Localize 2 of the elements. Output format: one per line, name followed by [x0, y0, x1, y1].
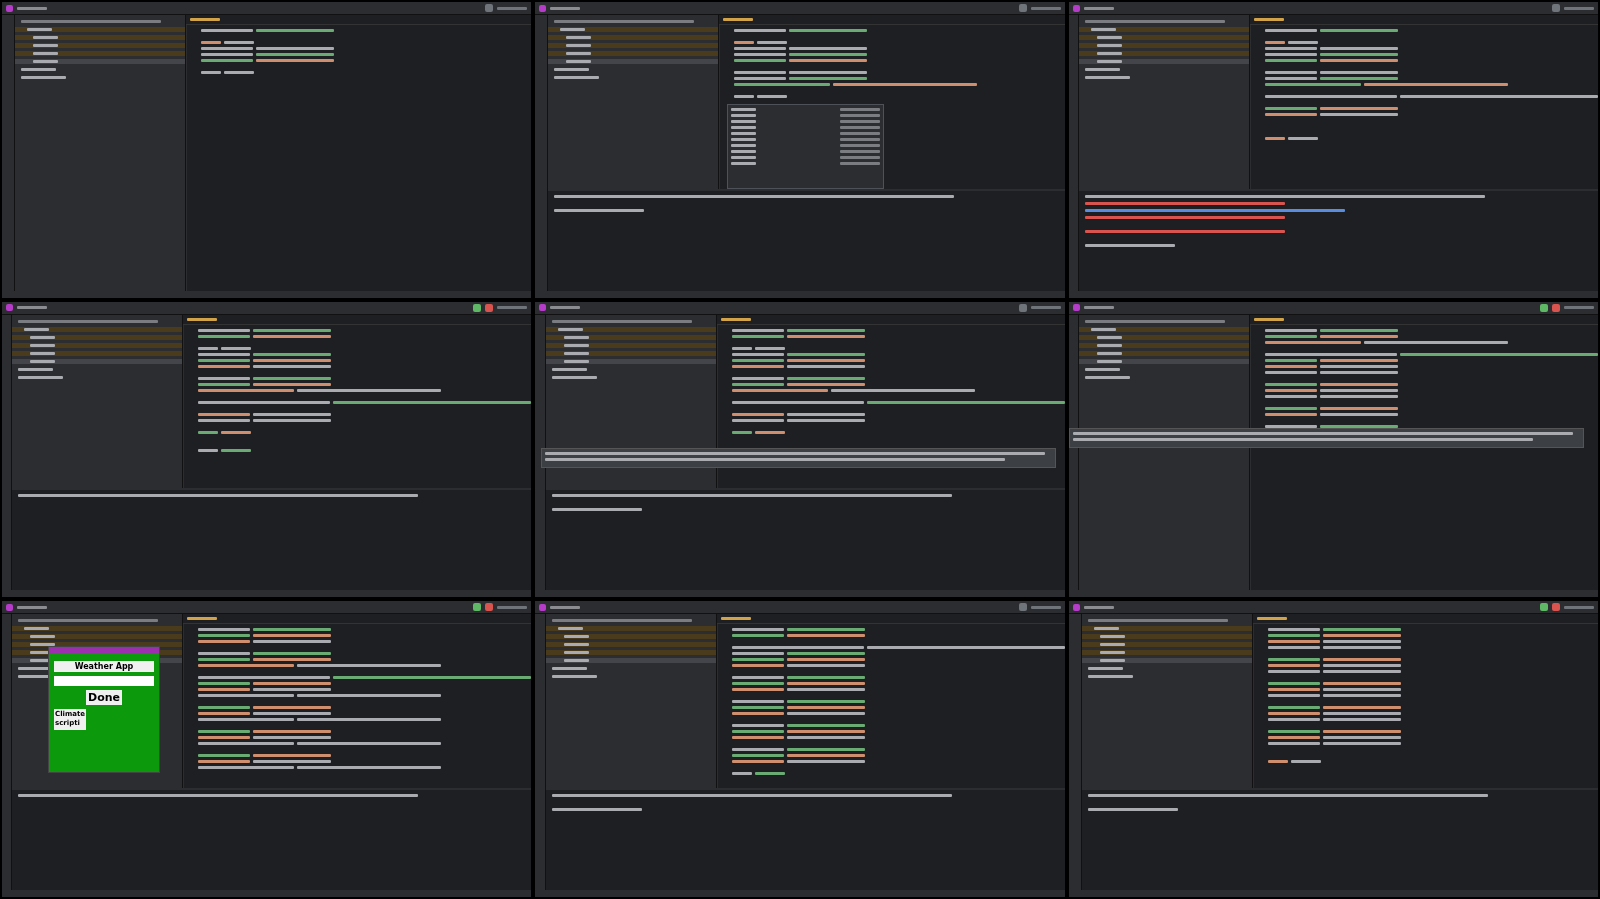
done-button[interactable]: Done [86, 690, 122, 706]
app-heading: Weather App [54, 661, 154, 673]
